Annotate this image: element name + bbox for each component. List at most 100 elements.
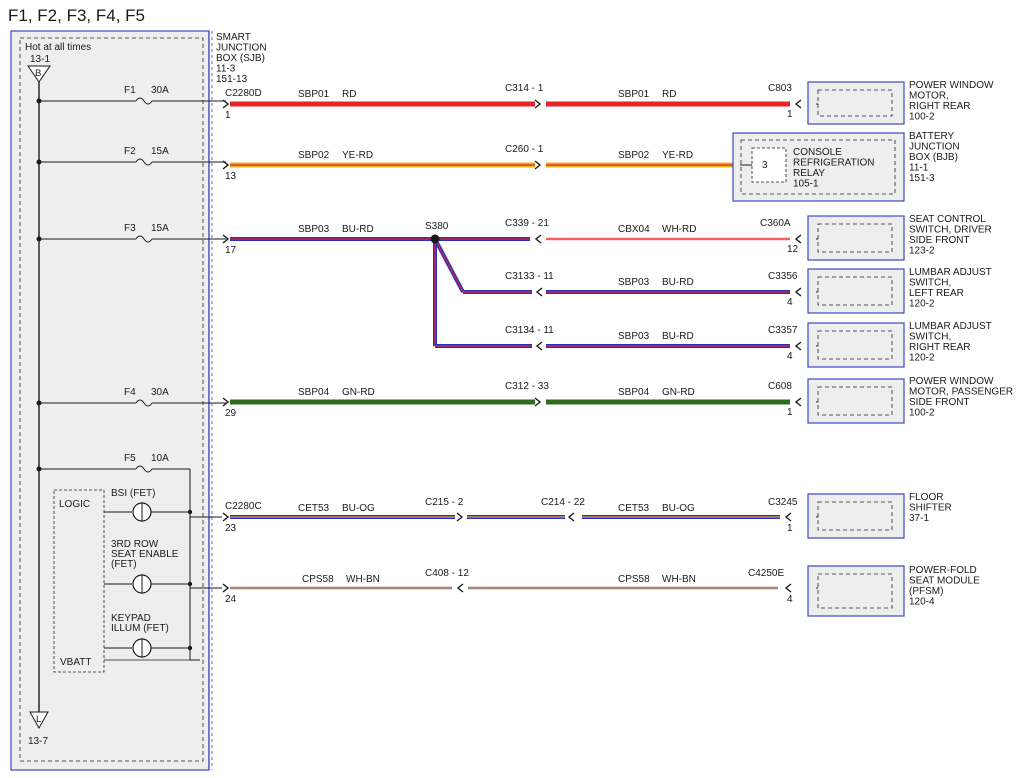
component-label-line: MOTOR, <box>909 91 949 102</box>
end-pin: 1 <box>787 109 793 120</box>
component-label-line: RIGHT REAR <box>909 101 971 112</box>
sjb-name-line: BOX (SJB) <box>216 53 265 64</box>
right-circuit-number: CET53 <box>618 503 650 514</box>
fuse-name: F4 <box>124 387 136 398</box>
end-connector: C608 <box>768 381 792 392</box>
component-label-line: 120-2 <box>909 299 935 310</box>
fuse-name: F2 <box>124 146 136 157</box>
component-label-line: SHIFTER <box>909 503 952 514</box>
relay-label-line: CONSOLE <box>793 147 842 158</box>
connector-arrow <box>534 160 542 170</box>
end-connector: C3356 <box>768 271 798 282</box>
right-wire-color: RD <box>662 89 676 100</box>
right-wire-color: BU-RD <box>662 277 694 288</box>
fuse-name: F5 <box>124 453 136 464</box>
component-label-line: FLOOR <box>909 492 943 503</box>
vbatt-label: VBATT <box>60 657 91 668</box>
relay-inner <box>751 147 787 183</box>
component-label-line: POWER-FOLD <box>909 565 977 576</box>
relay-label-line: 105-1 <box>793 179 819 190</box>
fuse-name: F1 <box>124 85 136 96</box>
wire-splice-diag-stripe <box>434 238 464 293</box>
sjb-connector-pin: 24 <box>225 594 237 605</box>
component-box <box>807 378 905 424</box>
component-label-line: BOX (BJB) <box>909 152 958 163</box>
component-label-line: (PFSM) <box>909 586 943 597</box>
end-connector: C4250E <box>748 568 784 579</box>
left-circuit-number: CPS58 <box>302 574 334 585</box>
right-wire-color: GN-RD <box>662 387 695 398</box>
connector-arrow <box>794 397 802 407</box>
component-label-line: 100-2 <box>909 408 935 419</box>
left-circuit-number: SBP04 <box>298 387 330 398</box>
component-label-line: POWER WINDOW <box>909 80 994 91</box>
left-wire-color: WH-BN <box>346 574 380 585</box>
sjb-frame <box>10 30 210 771</box>
right-circuit-number: CBX04 <box>618 224 650 235</box>
connector-arrow <box>534 397 542 407</box>
sjb-connector-name: C2280D <box>225 88 262 99</box>
left-circuit-number: SBP02 <box>298 150 330 161</box>
end-pin: 1 <box>787 523 793 534</box>
connector-arrow <box>456 512 464 522</box>
splice-s380 <box>430 234 440 244</box>
connector-arrow <box>784 512 792 522</box>
end-connector: C803 <box>768 83 792 94</box>
sjb-name-label: SMARTJUNCTIONBOX (SJB)11-3151-13 <box>216 32 267 85</box>
inline-connector: C312 - 33 <box>505 381 549 392</box>
component-label-line: RIGHT REAR <box>909 342 971 353</box>
component-label-line: 123-2 <box>909 246 935 257</box>
connector-arrow <box>794 99 802 109</box>
component-label-line: SWITCH, <box>909 278 951 289</box>
component-label-line: 37-1 <box>909 513 929 524</box>
end-pin: 4 <box>787 594 793 605</box>
sjb-connector-pin: 1 <box>225 110 231 121</box>
connector-arrow <box>794 234 802 244</box>
sjb-connector-pin: 29 <box>225 408 237 419</box>
component-label-line: SIDE FRONT <box>909 397 970 408</box>
component-label-line: POWER WINDOW <box>909 376 994 387</box>
component-label-line: BATTERY <box>909 131 955 142</box>
inline-connector: C260 - 1 <box>505 144 544 155</box>
sjb-name-line: 151-13 <box>216 74 248 85</box>
fuse-rating: 15A <box>151 146 169 157</box>
component-label-line: JUNCTION <box>909 142 960 153</box>
sjb-connector-name: C2280C <box>225 501 262 512</box>
top-ref-label: 13-1 <box>30 54 50 65</box>
relay-label-line: REFRIGERATION <box>793 158 874 169</box>
fet-label: (FET) <box>111 559 137 570</box>
fuse-rating: 30A <box>151 387 169 398</box>
connector-arrow <box>794 341 802 351</box>
bottom-letter: L <box>36 714 41 725</box>
right-circuit-number: SBP02 <box>618 150 650 161</box>
connector-arrow <box>784 583 792 593</box>
sjb-name-line: 11-3 <box>216 64 236 75</box>
inline-connector: C408 - 12 <box>425 568 469 579</box>
connector-arrow <box>534 99 542 109</box>
component-label-line: SEAT CONTROL <box>909 214 986 225</box>
sjb-name-line: SMART <box>216 32 251 43</box>
left-wire-color: BU-RD <box>342 224 374 235</box>
splice-label: S380 <box>425 221 449 232</box>
left-wire-color: YE-RD <box>342 150 373 161</box>
component-box <box>807 81 905 125</box>
component-label-line: SIDE FRONT <box>909 235 970 246</box>
component-label-line: LUMBAR ADJUST <box>909 321 992 332</box>
component-label-line: 120-4 <box>909 597 935 608</box>
connector-arrow <box>535 287 543 297</box>
bottom-ref-label: 13-7 <box>28 736 48 747</box>
left-wire-color: BU-OG <box>342 503 375 514</box>
sjb-connector-pin: 23 <box>225 523 237 534</box>
right-wire-color: WH-RD <box>662 224 696 235</box>
right-wire-color: WH-BN <box>662 574 696 585</box>
component-label-line: SWITCH, DRIVER <box>909 225 992 236</box>
left-circuit-number: SBP03 <box>298 224 330 235</box>
component-label-line: 151-3 <box>909 173 935 184</box>
connector-arrow <box>794 287 802 297</box>
wire-group: C2280D1131729C2280C2324S380SBP01 RDC314 -… <box>222 83 802 605</box>
component-label-line: 100-2 <box>909 112 935 123</box>
component-label-line: SWITCH, <box>909 332 951 343</box>
sjb-connector-pin: 13 <box>225 171 237 182</box>
end-pin: 1 <box>787 407 793 418</box>
end-connector: C3245 <box>768 497 798 508</box>
